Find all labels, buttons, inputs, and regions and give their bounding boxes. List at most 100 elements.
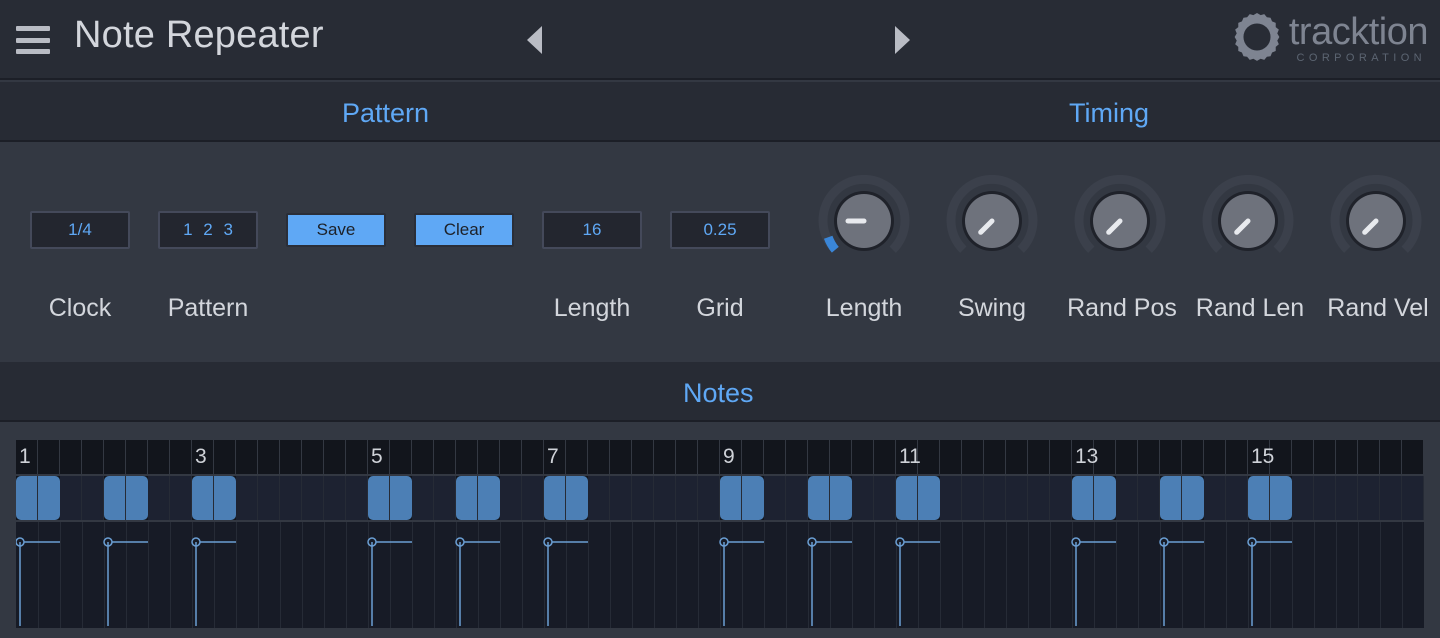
tab-timing[interactable]: Timing	[1069, 98, 1149, 129]
step-cell-active[interactable]	[808, 476, 830, 520]
clear-button[interactable]: Clear	[414, 213, 514, 247]
triangle-left-icon[interactable]	[527, 26, 542, 54]
tab-pattern[interactable]: Pattern	[342, 98, 429, 129]
pattern-value-box[interactable]: 1 2 3	[158, 211, 258, 249]
step-cell-active[interactable]	[126, 476, 148, 520]
knob-swing[interactable]	[946, 175, 1038, 267]
step-cell[interactable]	[654, 476, 676, 520]
ruler-number: 1	[19, 443, 31, 471]
step-cell[interactable]	[434, 476, 456, 520]
ruler-number: 7	[547, 443, 559, 471]
step-cell[interactable]	[346, 476, 368, 520]
step-cell-active[interactable]	[16, 476, 38, 520]
step-cell[interactable]	[258, 476, 280, 520]
clock-value-box[interactable]: 1/4	[30, 211, 130, 249]
step-cell-active[interactable]	[566, 476, 588, 520]
length-value-box[interactable]: 16	[542, 211, 642, 249]
step-cell-active[interactable]	[38, 476, 60, 520]
step-cell[interactable]	[412, 476, 434, 520]
length-label: Length	[542, 294, 642, 323]
ruler-cell	[1380, 440, 1402, 474]
step-cell[interactable]	[1204, 476, 1226, 520]
step-cell-active[interactable]	[1094, 476, 1116, 520]
step-cell-active[interactable]	[742, 476, 764, 520]
step-cell[interactable]	[786, 476, 808, 520]
step-cell[interactable]	[1358, 476, 1380, 520]
step-cell[interactable]	[874, 476, 896, 520]
step-cell[interactable]	[676, 476, 698, 520]
note-lane[interactable]	[16, 522, 1424, 628]
tab-notes[interactable]: Notes	[683, 378, 754, 409]
step-cell[interactable]	[764, 476, 786, 520]
grid-value-box[interactable]: 0.25	[670, 211, 770, 249]
step-cell[interactable]	[302, 476, 324, 520]
step-cell[interactable]	[1226, 476, 1248, 520]
ruler-cell	[522, 440, 544, 474]
knob-rand-vel[interactable]	[1330, 175, 1422, 267]
step-cell[interactable]	[1138, 476, 1160, 520]
step-cell-active[interactable]	[896, 476, 918, 520]
knob-rand-pos[interactable]	[1074, 175, 1166, 267]
step-cell-active[interactable]	[918, 476, 940, 520]
ruler-cell	[1028, 440, 1050, 474]
knob-rand-len[interactable]	[1202, 175, 1294, 267]
step-cell-active[interactable]	[1182, 476, 1204, 520]
step-cell[interactable]	[170, 476, 192, 520]
triangle-right-icon[interactable]	[895, 26, 910, 54]
step-cell-active[interactable]	[368, 476, 390, 520]
ruler-cell	[830, 440, 852, 474]
step-cell[interactable]	[962, 476, 984, 520]
step-cell[interactable]	[1006, 476, 1028, 520]
step-cell[interactable]	[1402, 476, 1424, 520]
step-cell-active[interactable]	[1160, 476, 1182, 520]
step-cell[interactable]	[522, 476, 544, 520]
step-cell[interactable]	[60, 476, 82, 520]
ruler-cell	[1292, 440, 1314, 474]
knob-length[interactable]	[818, 175, 910, 267]
step-cell-active[interactable]	[544, 476, 566, 520]
step-cell-active[interactable]	[478, 476, 500, 520]
ruler-cell	[984, 440, 1006, 474]
ruler-number: 9	[723, 443, 735, 471]
step-cell[interactable]	[1336, 476, 1358, 520]
step-cell-active[interactable]	[214, 476, 236, 520]
hamburger-menu-icon[interactable]	[16, 22, 50, 58]
ruler-cell	[588, 440, 610, 474]
step-cell[interactable]	[82, 476, 104, 520]
save-button[interactable]: Save	[286, 213, 386, 247]
step-cell-active[interactable]	[390, 476, 412, 520]
step-cell[interactable]	[236, 476, 258, 520]
step-cell[interactable]	[1116, 476, 1138, 520]
step-cell-active[interactable]	[1270, 476, 1292, 520]
ruler-cell	[1138, 440, 1160, 474]
step-cell[interactable]	[588, 476, 610, 520]
knob-label-swing: Swing	[942, 294, 1042, 323]
step-cell-active[interactable]	[104, 476, 126, 520]
step-cell[interactable]	[1292, 476, 1314, 520]
step-sequencer[interactable]	[16, 476, 1424, 520]
step-cell-active[interactable]	[192, 476, 214, 520]
step-cell[interactable]	[940, 476, 962, 520]
ruler-cell	[918, 440, 940, 474]
step-cell-active[interactable]	[720, 476, 742, 520]
step-cell[interactable]	[1314, 476, 1336, 520]
step-cell-active[interactable]	[1248, 476, 1270, 520]
step-cell[interactable]	[698, 476, 720, 520]
step-cell[interactable]	[148, 476, 170, 520]
step-cell-active[interactable]	[1072, 476, 1094, 520]
step-cell[interactable]	[324, 476, 346, 520]
step-cell[interactable]	[1028, 476, 1050, 520]
ruler-cell	[82, 440, 104, 474]
step-cell[interactable]	[1380, 476, 1402, 520]
step-cell[interactable]	[852, 476, 874, 520]
step-cell[interactable]	[632, 476, 654, 520]
step-cell[interactable]	[610, 476, 632, 520]
step-cell[interactable]	[984, 476, 1006, 520]
step-cell[interactable]	[500, 476, 522, 520]
step-cell[interactable]	[280, 476, 302, 520]
step-cell[interactable]	[1050, 476, 1072, 520]
ruler-cell	[478, 440, 500, 474]
ruler-cell: 15	[1248, 440, 1270, 474]
step-cell-active[interactable]	[456, 476, 478, 520]
step-cell-active[interactable]	[830, 476, 852, 520]
